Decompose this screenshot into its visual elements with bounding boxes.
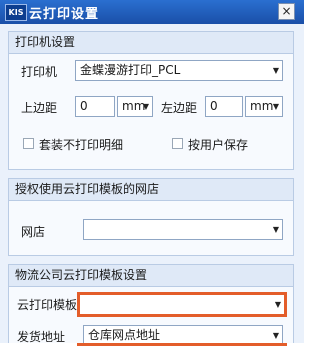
set-no-detail-label: 套装不打印明细 [39,138,124,152]
logistics-template-header: 物流公司云打印模板设置 [9,265,293,287]
close-icon: × [281,4,292,18]
save-by-user-label: 按用户保存 [188,138,249,152]
printer-value: 金蝶漫游打印_PCL [80,63,181,77]
top-margin-unit-select[interactable]: mm ▼ [117,96,153,117]
cloud-template-select[interactable]: ▼ [77,292,287,317]
app-icon: KIS [5,4,27,21]
title-bar: KIS 云打印设置 × [0,0,304,24]
shop-label: 网店 [21,225,46,239]
window-title: 云打印设置 [29,7,100,22]
top-margin-input[interactable]: 0 [75,96,115,117]
chevron-down-icon: ▼ [142,102,149,111]
left-margin-input[interactable]: 0 [205,96,243,117]
printer-settings-header: 打印机设置 [9,32,293,54]
authorized-shops-panel: 授权使用云打印模板的网店 网店 ▼ [8,178,294,256]
top-margin-value: 0 [80,99,88,113]
ship-address-label: 发货地址 [17,330,66,344]
close-button[interactable]: × [278,3,295,20]
set-no-detail-checkbox[interactable] [23,138,34,149]
left-margin-unit: mm [250,99,274,113]
top-margin-label: 上边距 [21,101,58,115]
printer-select[interactable]: 金蝶漫游打印_PCL ▼ [75,60,283,81]
logistics-template-panel: 物流公司云打印模板设置 云打印模板 ▼ 发货地址 仓库网点地址 ▼ [8,264,294,346]
chevron-down-icon: ▼ [272,225,279,234]
printer-settings-panel: 打印机设置 打印机 金蝶漫游打印_PCL ▼ 上边距 0 mm ▼ 左边距 0 … [8,31,294,170]
cloud-template-label: 云打印模板 [17,298,78,312]
authorized-shops-header: 授权使用云打印模板的网店 [9,179,293,201]
left-margin-unit-select[interactable]: mm ▼ [245,96,283,117]
chevron-down-icon: ▼ [272,102,279,111]
save-by-user-checkbox[interactable] [172,138,183,149]
chevron-down-icon: ▼ [274,300,281,309]
shop-select[interactable]: ▼ [83,219,283,240]
chevron-down-icon: ▼ [272,66,279,75]
ship-address-value: 仓库网点地址 [88,328,161,342]
cloud-print-settings-window: KIS 云打印设置 × 打印机设置 打印机 金蝶漫游打印_PCL ▼ 上边距 0… [0,0,304,346]
left-margin-label: 左边距 [161,101,198,115]
printer-label: 打印机 [21,65,58,79]
left-margin-value: 0 [210,99,218,113]
